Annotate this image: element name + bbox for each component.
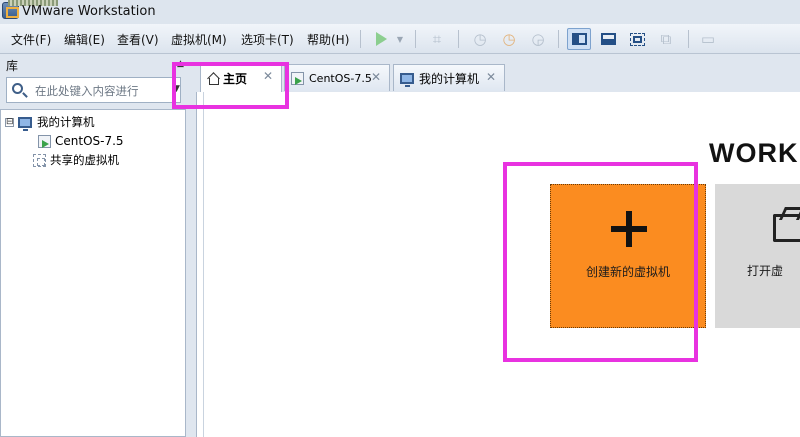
create-vm-label: 创建新的虚拟机 bbox=[585, 265, 670, 279]
menu-file[interactable]: 文件(F) bbox=[11, 31, 51, 48]
menu-vm[interactable]: 虚拟机(M) bbox=[171, 31, 227, 48]
library-collapse-icon[interactable]: ▲ bbox=[177, 59, 184, 69]
window-title: VMware Workstation bbox=[22, 4, 156, 19]
snapshot-icon: ◷ bbox=[473, 30, 487, 48]
preferences-icon: ▭ bbox=[700, 30, 716, 48]
tab-centos[interactable]: CentOS-7.5 ✕ bbox=[284, 64, 390, 91]
play-button[interactable] bbox=[372, 29, 390, 49]
menu-edit[interactable]: 编辑(E) bbox=[64, 31, 105, 48]
unity-button[interactable]: ⧉ bbox=[656, 29, 676, 49]
console-view-button[interactable] bbox=[598, 29, 618, 49]
monitor-icon bbox=[18, 116, 32, 131]
folder-open-icon bbox=[773, 214, 800, 242]
tab-label: 主页 bbox=[223, 71, 248, 86]
toolbar-separator bbox=[458, 30, 459, 48]
unity-icon: ⧉ bbox=[660, 30, 672, 48]
library-panel: 库 ▲ 在此处键入内容进行 ▼ ⊟ 我的计算机 CentOS-7.5 共享的虚拟… bbox=[0, 55, 196, 437]
tab-home[interactable]: 主页 ✕ bbox=[200, 63, 282, 92]
snapshot-manager-button[interactable]: ◶ bbox=[528, 29, 548, 49]
toolbar-separator bbox=[688, 30, 689, 48]
toolbar-separator bbox=[360, 30, 361, 48]
snapshot-manager-icon: ◶ bbox=[531, 30, 545, 48]
toolbar-separator bbox=[415, 30, 416, 48]
tree-item-label: 共享的虚拟机 bbox=[50, 153, 119, 167]
panel-splitter[interactable] bbox=[186, 55, 196, 437]
fullscreen-icon bbox=[629, 32, 645, 46]
close-icon[interactable]: ✕ bbox=[486, 70, 496, 84]
tree-item-shared-vms[interactable]: 共享的虚拟机 bbox=[33, 151, 119, 169]
snapshot-revert-icon: ◷ bbox=[502, 30, 516, 48]
search-icon bbox=[12, 83, 23, 94]
network-icon: ⌗ bbox=[432, 30, 442, 48]
tab-my-computer[interactable]: 我的计算机 ✕ bbox=[393, 64, 505, 91]
dropdown-caret-icon: ▼ bbox=[396, 34, 404, 44]
tab-label: 我的计算机 bbox=[419, 71, 480, 86]
library-title: 库 bbox=[6, 59, 19, 73]
preferences-button[interactable]: ▭ bbox=[698, 29, 718, 49]
network-button[interactable]: ⌗ bbox=[427, 29, 447, 49]
tree-item-centos[interactable]: CentOS-7.5 bbox=[38, 132, 124, 150]
play-icon bbox=[375, 32, 387, 46]
play-dropdown-button[interactable]: ▼ bbox=[394, 29, 406, 49]
menu-help[interactable]: 帮助(H) bbox=[307, 31, 349, 48]
menu-toolbar: 文件(F) 编辑(E) 查看(V) 虚拟机(M) 选项卡(T) 帮助(H) ▼ … bbox=[0, 24, 800, 54]
library-tree: ⊟ 我的计算机 CentOS-7.5 共享的虚拟机 bbox=[0, 109, 186, 437]
menu-view[interactable]: 查看(V) bbox=[117, 31, 159, 48]
tab-label: CentOS-7.5 bbox=[309, 71, 372, 85]
open-vm-label: 打开虚 bbox=[747, 264, 784, 278]
tree-item-my-computer[interactable]: ⊟ 我的计算机 bbox=[5, 113, 95, 131]
home-icon bbox=[207, 73, 219, 85]
library-view-icon bbox=[571, 33, 587, 45]
open-vm-button[interactable]: 打开虚 bbox=[715, 184, 800, 328]
tree-item-label: CentOS-7.5 bbox=[55, 134, 124, 148]
home-page: WORK 创建新的虚拟机 打开虚 bbox=[196, 92, 800, 437]
shared-vm-icon bbox=[33, 153, 46, 167]
search-dropdown-icon[interactable]: ▼ bbox=[173, 84, 180, 94]
console-view-icon bbox=[600, 33, 616, 45]
create-vm-button[interactable]: 创建新的虚拟机 bbox=[550, 184, 706, 328]
search-placeholder: 在此处键入内容进行 bbox=[35, 84, 139, 98]
close-icon[interactable]: ✕ bbox=[263, 69, 273, 83]
content-frame-line bbox=[203, 92, 204, 437]
vm-icon bbox=[38, 134, 51, 148]
library-search-input[interactable]: 在此处键入内容进行 ▼ bbox=[6, 77, 181, 103]
tab-strip: 主页 ✕ CentOS-7.5 ✕ 我的计算机 ✕ bbox=[196, 55, 800, 92]
menu-tabs[interactable]: 选项卡(T) bbox=[241, 31, 294, 48]
monitor-icon bbox=[400, 72, 414, 87]
vm-icon bbox=[291, 71, 304, 85]
close-icon[interactable]: ✕ bbox=[371, 70, 381, 84]
library-view-button[interactable] bbox=[567, 28, 591, 50]
title-bar: VMware Workstation bbox=[0, 0, 800, 24]
collapse-toggle-icon[interactable]: ⊟ bbox=[5, 117, 14, 127]
toolbar-separator bbox=[558, 30, 559, 48]
fullscreen-button[interactable] bbox=[627, 29, 647, 49]
tree-item-label: 我的计算机 bbox=[37, 115, 95, 129]
home-heading: WORK bbox=[709, 138, 799, 168]
plus-icon bbox=[611, 211, 647, 247]
snapshot-revert-button[interactable]: ◷ bbox=[499, 29, 519, 49]
snapshot-button[interactable]: ◷ bbox=[470, 29, 490, 49]
